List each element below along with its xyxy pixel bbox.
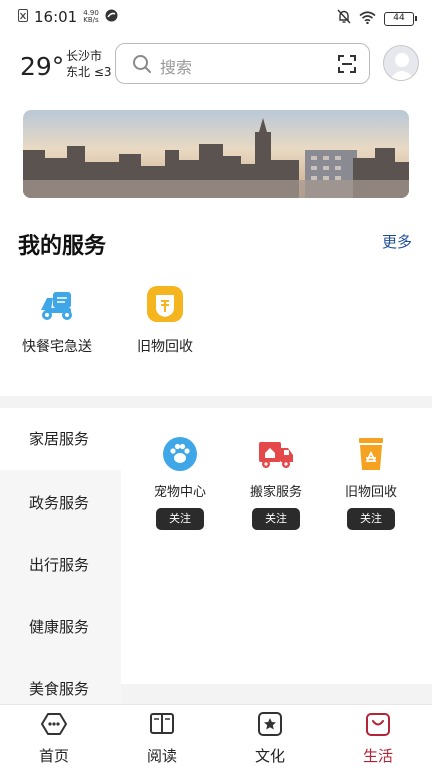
sidebar-item-home-services[interactable]: 家居服务 <box>0 408 121 470</box>
weather-wind: 东北 ≤3 <box>66 65 112 79</box>
delivery-scooter-icon <box>37 284 77 324</box>
category-panel: 家居服务 政务服务 出行服务 健康服务 美食服务 宠物中心 关注 搬家服务 关注… <box>0 408 432 704</box>
mute-bell-icon <box>337 9 351 28</box>
search-bar[interactable]: 搜索 <box>115 43 370 84</box>
recycle-badge-icon <box>145 284 185 324</box>
status-time: 16:01 <box>34 8 78 26</box>
battery-indicator: 44 <box>384 11 417 26</box>
service-label: 旧物回收 <box>137 339 193 355</box>
book-icon <box>149 711 175 737</box>
weather-city: 长沙市 <box>66 49 103 63</box>
nav-label: 首页 <box>38 747 69 765</box>
nav-home[interactable]: 首页 <box>14 711 94 766</box>
section-divider <box>0 396 432 408</box>
header-bar: 29° 长沙市 东北 ≤3 搜索 <box>0 38 432 92</box>
wifi-icon <box>359 9 376 28</box>
network-speed: 4.90 KB/s <box>83 10 99 24</box>
category-label: 搬家服务 <box>249 485 302 500</box>
service-label: 快餐宅急送 <box>22 339 92 355</box>
bag-smile-icon <box>365 711 391 737</box>
sidebar-item-health-services[interactable]: 健康服务 <box>0 596 121 658</box>
follow-button[interactable]: 关注 <box>156 508 204 530</box>
network-speed-unit: KB/s <box>83 16 99 24</box>
follow-button[interactable]: 关注 <box>347 508 395 530</box>
city-banner-image[interactable] <box>23 110 409 198</box>
weather-location[interactable]: 长沙市 东北 ≤3 <box>66 48 112 80</box>
recycle-bin-icon <box>353 436 389 472</box>
search-placeholder: 搜索 <box>160 58 193 77</box>
category-label: 旧物回收 <box>344 485 397 500</box>
bottom-navigation: 首页 阅读 文化 生活 <box>0 704 432 768</box>
sidebar-item-government-services[interactable]: 政务服务 <box>0 472 121 534</box>
nav-reading[interactable]: 阅读 <box>122 711 202 766</box>
service-fast-delivery[interactable]: 快餐宅急送 <box>7 284 107 356</box>
paw-icon <box>162 436 198 472</box>
sim-status-icon <box>18 8 28 26</box>
moving-truck-icon <box>258 436 294 472</box>
sidebar-item-travel-services[interactable]: 出行服务 <box>0 534 121 596</box>
service-recycling[interactable]: 旧物回收 <box>115 284 215 356</box>
panel-divider <box>121 684 432 704</box>
status-bar: 16:01 4.90 KB/s 44 <box>0 0 432 34</box>
category-recycling[interactable]: 旧物回收 关注 <box>326 436 416 530</box>
weather-temperature[interactable]: 29° <box>20 52 64 81</box>
my-services-title: 我的服务 <box>18 234 107 259</box>
category-pet-center[interactable]: 宠物中心 关注 <box>135 436 225 530</box>
more-services-link[interactable]: 更多 <box>382 231 412 252</box>
star-square-icon <box>257 711 283 737</box>
nav-life[interactable]: 生活 <box>338 711 418 766</box>
nav-culture[interactable]: 文化 <box>230 711 310 766</box>
category-moving-service[interactable]: 搬家服务 关注 <box>231 436 321 530</box>
search-icon <box>132 54 152 78</box>
category-label: 宠物中心 <box>153 485 206 500</box>
follow-button[interactable]: 关注 <box>252 508 300 530</box>
category-sidebar: 家居服务 政务服务 出行服务 健康服务 美食服务 <box>0 408 121 704</box>
user-avatar[interactable] <box>383 45 419 81</box>
scan-icon[interactable] <box>337 54 357 78</box>
home-hexagon-icon <box>41 711 67 737</box>
nav-label: 生活 <box>362 747 393 765</box>
nav-label: 文化 <box>254 747 285 765</box>
app-notification-icon <box>105 8 118 26</box>
nav-label: 阅读 <box>146 747 177 765</box>
